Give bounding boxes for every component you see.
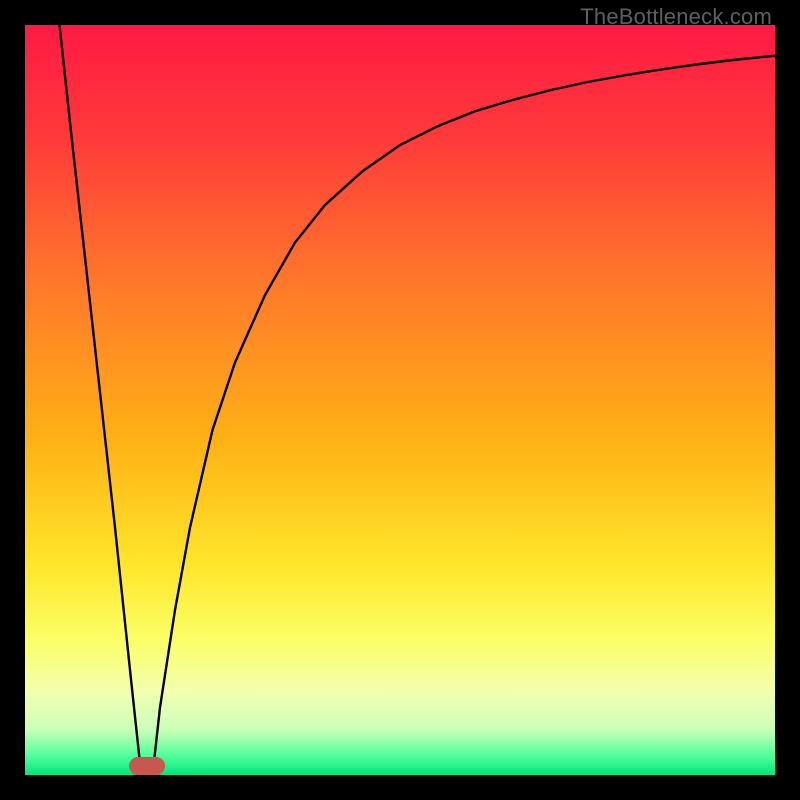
watermark-text: TheBottleneck.com xyxy=(580,4,772,30)
chart-frame: TheBottleneck.com xyxy=(0,0,800,800)
curve-left-branch xyxy=(60,25,142,775)
optimal-marker xyxy=(129,757,165,775)
bottleneck-curve xyxy=(0,0,800,800)
curve-right-branch xyxy=(153,56,776,775)
